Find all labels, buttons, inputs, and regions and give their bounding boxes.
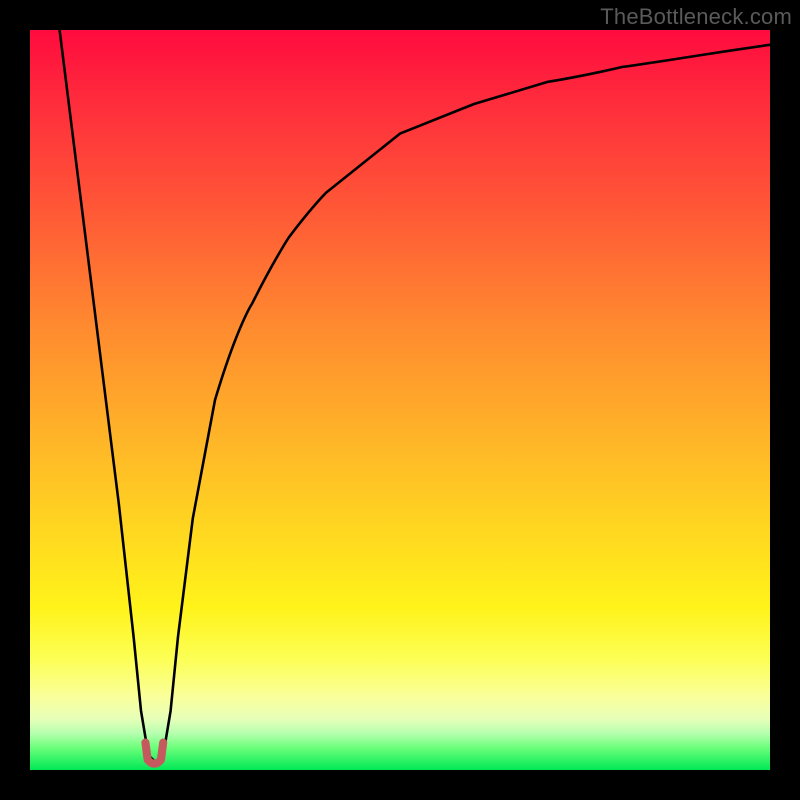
dip-marker (145, 743, 163, 764)
plot-area (30, 30, 770, 770)
watermark-text: TheBottleneck.com (600, 4, 792, 30)
curve-layer (30, 30, 770, 770)
bottleneck-curve (60, 30, 770, 763)
outer-frame: TheBottleneck.com (0, 0, 800, 800)
